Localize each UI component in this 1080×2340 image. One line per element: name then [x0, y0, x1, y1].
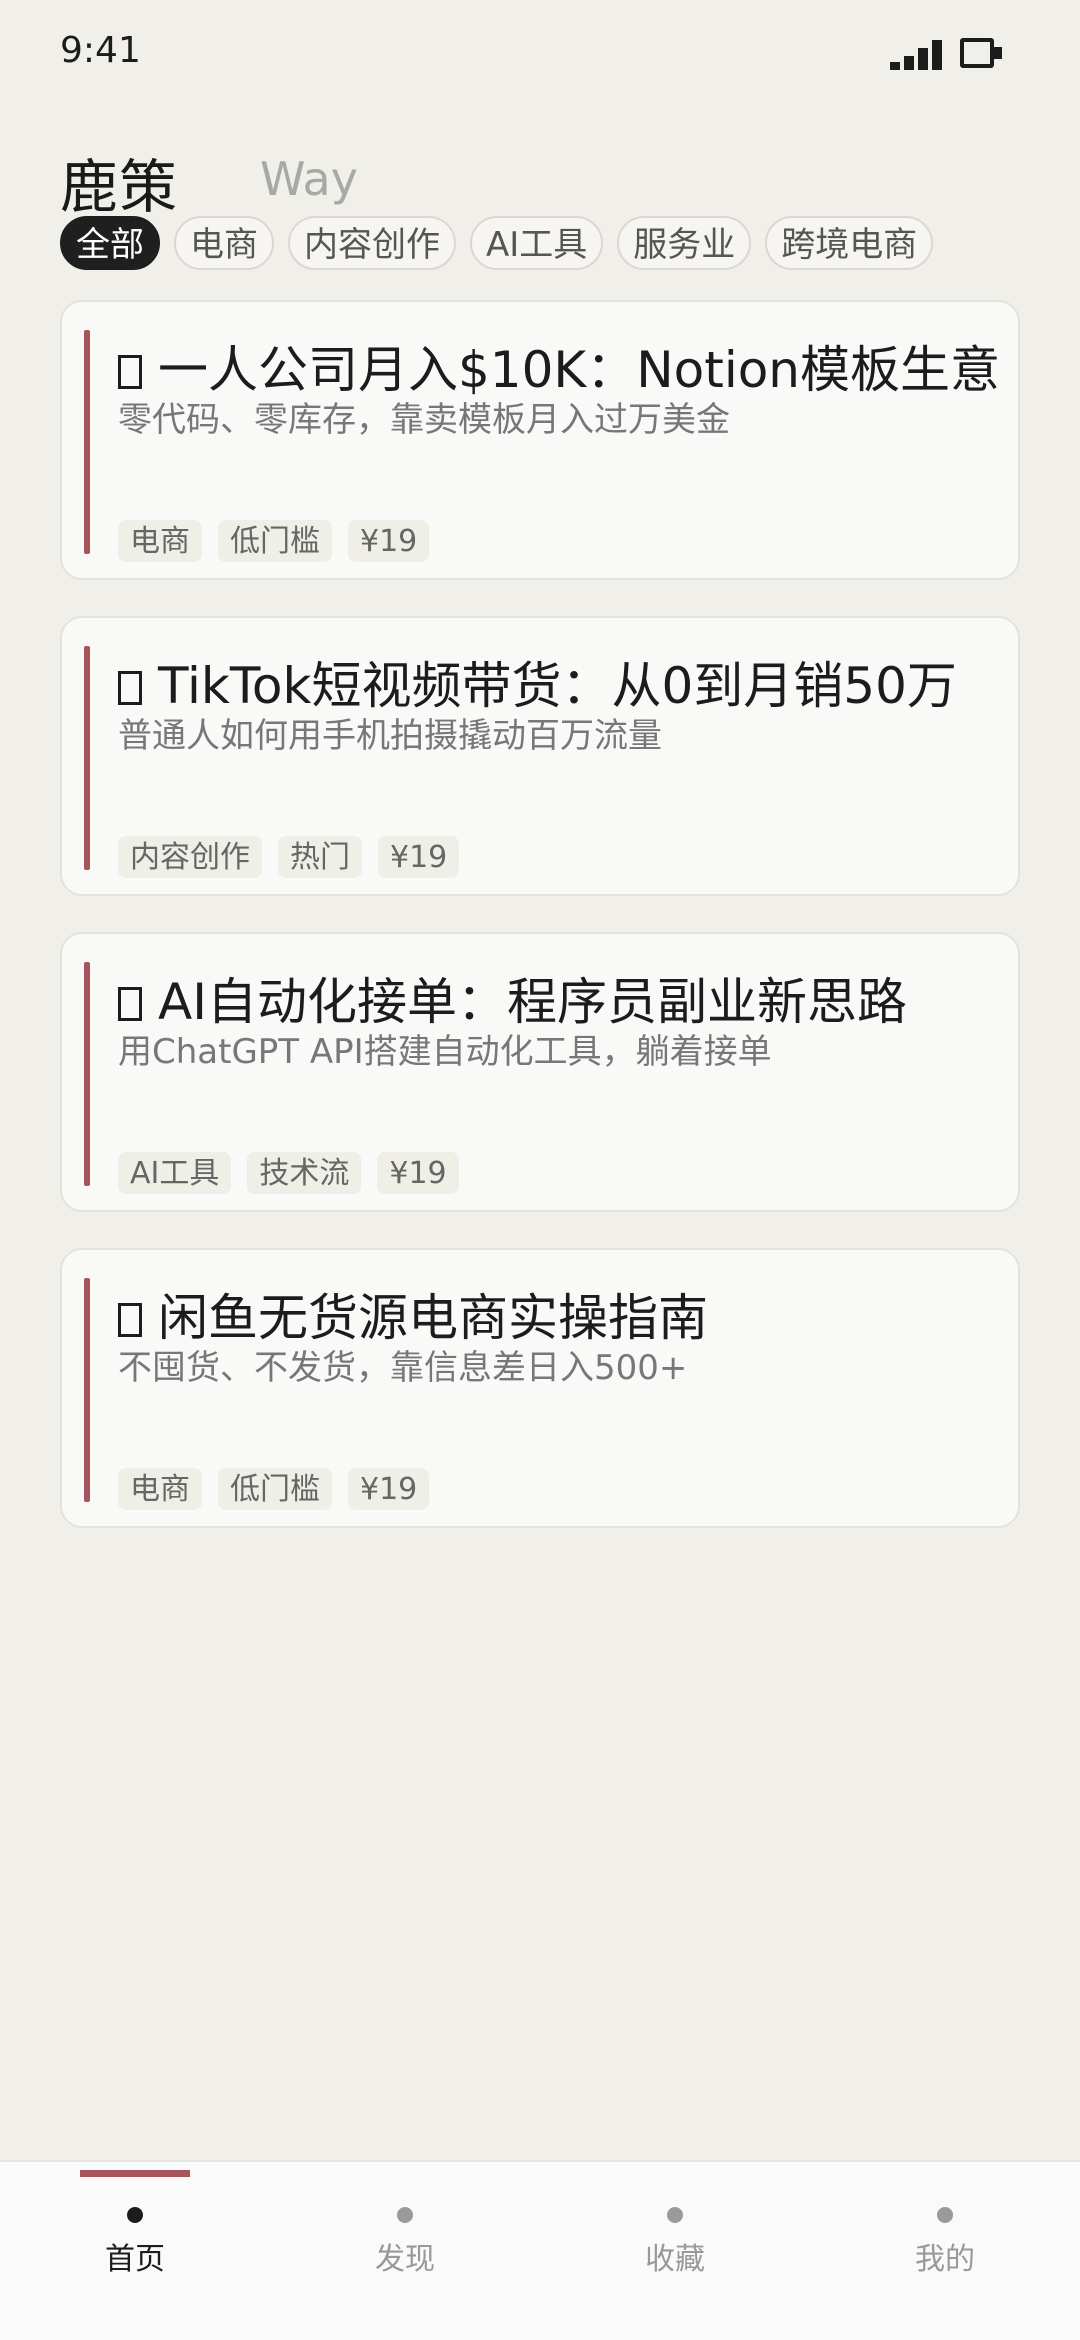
card-price-tag: ¥19 — [348, 520, 430, 562]
card-tags: 内容创作 热门 ¥19 — [118, 836, 460, 878]
filter-chip-services[interactable]: 服务业 — [617, 216, 752, 270]
nav-tab-discover[interactable]: 发现 — [270, 2162, 540, 2340]
app-subtitle: Way — [260, 152, 358, 206]
filter-chip-ai-tools[interactable]: AI工具 — [470, 216, 604, 270]
filter-chips: 全部 电商 内容创作 AI工具 服务业 跨境电商 — [60, 216, 934, 270]
card-tag: 低门槛 — [218, 520, 332, 562]
bottom-nav: 首页 发现 收藏 我的 — [0, 2160, 1080, 2340]
card-tag: 电商 — [118, 1468, 202, 1510]
card-tag: 内容创作 — [118, 836, 262, 878]
signal-icon — [890, 38, 946, 70]
nav-tab-profile[interactable]: 我的 — [810, 2162, 1080, 2340]
active-tab-indicator — [80, 2170, 190, 2177]
favorites-dot-icon — [667, 2207, 683, 2223]
card-list: 一人公司月入$10K：Notion模板生意 零代码、零库存，靠卖模板月入过万美金… — [60, 300, 1020, 1564]
card-tag: AI工具 — [118, 1152, 232, 1194]
nav-tab-label: 发现 — [375, 2242, 435, 2277]
card-accent-bar — [84, 646, 90, 870]
placeholder-icon — [118, 987, 142, 1021]
card-tags: AI工具 技术流 ¥19 — [118, 1152, 459, 1194]
filter-chip-content[interactable]: 内容创作 — [288, 216, 456, 270]
placeholder-icon — [118, 1303, 142, 1337]
nav-tab-home[interactable]: 首页 — [0, 2162, 270, 2340]
nav-tab-label: 收藏 — [645, 2242, 705, 2277]
card-tag: 低门槛 — [218, 1468, 332, 1510]
placeholder-icon — [118, 671, 142, 705]
card-price-tag: ¥19 — [377, 1152, 459, 1194]
card-subtitle: 零代码、零库存，靠卖模板月入过万美金 — [118, 400, 730, 440]
battery-icon — [960, 38, 1002, 68]
status-bar: 9:41 — [0, 0, 1080, 100]
content-card[interactable]: 闲鱼无货源电商实操指南 不囤货、不发货，靠信息差日入500+ 电商 低门槛 ¥1… — [60, 1248, 1020, 1528]
status-time: 9:41 — [60, 30, 141, 71]
card-accent-bar — [84, 1278, 90, 1502]
card-accent-bar — [84, 962, 90, 1186]
card-price-tag: ¥19 — [348, 1468, 430, 1510]
placeholder-icon — [118, 355, 142, 389]
filter-chip-all[interactable]: 全部 — [60, 216, 160, 270]
card-accent-bar — [84, 330, 90, 554]
card-tags: 电商 低门槛 ¥19 — [118, 1468, 430, 1510]
discover-dot-icon — [397, 2207, 413, 2223]
app-title: 鹿策 — [60, 153, 179, 221]
home-dot-icon — [127, 2207, 143, 2223]
app-screen: 9:41 鹿策 Way 全部 电商 内容创作 AI工具 服务业 跨境电商 一人公… — [0, 0, 1080, 2340]
nav-tab-label: 首页 — [105, 2242, 165, 2277]
filter-chip-cross-border[interactable]: 跨境电商 — [765, 216, 934, 270]
filter-chip-ecommerce[interactable]: 电商 — [174, 216, 274, 270]
content-card[interactable]: 一人公司月入$10K：Notion模板生意 零代码、零库存，靠卖模板月入过万美金… — [60, 300, 1020, 580]
card-subtitle: 用ChatGPT API搭建自动化工具，躺着接单 — [118, 1032, 772, 1072]
card-tag: 电商 — [118, 520, 202, 562]
card-subtitle: 不囤货、不发货，靠信息差日入500+ — [118, 1348, 688, 1388]
card-tag: 热门 — [278, 836, 362, 878]
nav-tab-label: 我的 — [915, 2242, 975, 2277]
nav-tab-favorites[interactable]: 收藏 — [540, 2162, 810, 2340]
card-price-tag: ¥19 — [378, 836, 460, 878]
profile-dot-icon — [937, 2207, 953, 2223]
card-subtitle: 普通人如何用手机拍摄撬动百万流量 — [118, 716, 662, 756]
card-tag: 技术流 — [247, 1152, 362, 1194]
content-card[interactable]: TikTok短视频带货：从0到月销50万 普通人如何用手机拍摄撬动百万流量 内容… — [60, 616, 1020, 896]
card-tags: 电商 低门槛 ¥19 — [118, 520, 430, 562]
content-card[interactable]: AI自动化接单：程序员副业新思路 用ChatGPT API搭建自动化工具，躺着接… — [60, 932, 1020, 1212]
